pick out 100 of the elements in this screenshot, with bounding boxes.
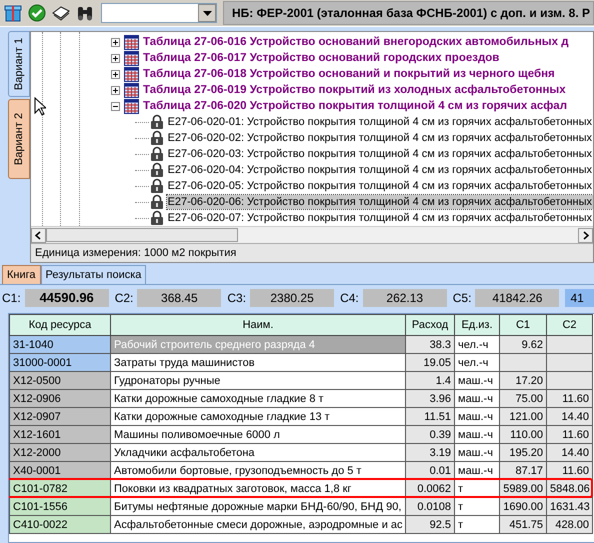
minus-icon: [111, 102, 120, 110]
table-cell: 110.00: [500, 426, 546, 444]
mouse-pointer-icon: [34, 97, 46, 116]
column-header[interactable]: C2: [546, 314, 592, 336]
table-cell: X12-0907: [10, 408, 110, 426]
lock-icon: [150, 114, 164, 130]
database-title: НБ: ФЕР-2001 (эталонная база ФСНБ-2001) с доп. и изм. 8. Р: [223, 1, 594, 25]
table-cell: 38.3: [406, 336, 454, 354]
table-cell: 11.60: [546, 426, 592, 444]
table-cell: 9.62: [500, 336, 546, 354]
table-cell: X12-0906: [10, 390, 110, 408]
lock-icon: [150, 210, 164, 226]
table-cell: C101-1556: [10, 498, 110, 516]
table-cell: Гудронаторы ручные: [110, 372, 406, 390]
total-value: 41842.26: [475, 289, 560, 307]
table-cell: 75.00: [500, 390, 546, 408]
table-cell: 14.40: [546, 444, 592, 462]
table-cell: Машины поливомоечные 6000 л: [110, 426, 406, 444]
table-cell: 0.39: [406, 426, 454, 444]
column-header[interactable]: Расход: [406, 314, 454, 336]
tree-item[interactable]: Таблица 27-06-020 Устройство покрытия толщиной 4 см из горячих асфал: [142, 99, 568, 113]
table-cell: 3.96: [406, 390, 454, 408]
side-tab[interactable]: Вариант 2: [8, 99, 30, 179]
table-cell: Затраты труда машинистов: [110, 354, 406, 372]
total-value: 2380.25: [250, 289, 334, 307]
lock-icon: [150, 194, 164, 210]
table-cell: X12-1601: [10, 426, 110, 444]
table-cell: Катки дорожные самоходные гладкие 8 т: [110, 390, 406, 408]
box-icon[interactable]: [3, 3, 23, 23]
table-cell: 428.00: [546, 516, 592, 534]
lock-icon: [150, 162, 164, 178]
table-cell: Укладчики асфальтобетона: [110, 444, 406, 462]
total-label: C3:: [227, 291, 246, 305]
table-cell: 11.51: [406, 408, 454, 426]
tree-item[interactable]: E27-06-020-03: Устройство покрытия толщиной 4 см из горячих асфальтобетонных: [166, 147, 593, 161]
total-value: 44590.96: [24, 289, 109, 307]
table-cell: Катки дорожные самоходные гладкие 13 т: [110, 408, 406, 426]
caret-icon: [202, 10, 212, 16]
table-cell: 92.5: [406, 516, 454, 534]
unit-label: Единица измерения: 1000 м2 покрытия: [31, 243, 593, 262]
expander-button[interactable]: [111, 38, 121, 46]
table-icon: [124, 66, 139, 82]
checkmark-icon[interactable]: [27, 3, 47, 23]
tab[interactable]: Результаты поиска: [40, 265, 146, 284]
table-cell: 31-1040: [10, 336, 110, 354]
tree-item[interactable]: E27-06-020-06: Устройство покрытия толщиной 4 см из горячих асфальтобетонных: [166, 195, 593, 209]
table-cell: 19.05: [406, 354, 454, 372]
table-cell: Битумы нефтяные дорожные марки БНД-60/90, БНД 90,: [110, 498, 406, 516]
table-cell: C410-0022: [10, 516, 110, 534]
side-tab[interactable]: Вариант 1: [8, 31, 30, 97]
expander-button[interactable]: [111, 86, 121, 94]
total-value: 368.45: [137, 289, 222, 307]
tree-item[interactable]: E27-06-020-07: Устройство покрытия толщиной 4 см из горячих асфальтобетонных: [166, 211, 593, 225]
table-cell: 121.00: [500, 408, 546, 426]
table-cell: 11.60: [546, 390, 592, 408]
total-value: 262.13: [362, 289, 447, 307]
plus-icon: [111, 54, 120, 62]
table-cell: 14.40: [546, 408, 592, 426]
table-cell: Рабочий строитель среднего разряда 4: [110, 336, 406, 354]
table-icon: [124, 82, 139, 98]
table-cell: 1690.00: [500, 498, 546, 516]
total-label: C1:: [2, 291, 21, 305]
table-cell: X12-2000: [10, 444, 110, 462]
table-icon: [124, 98, 139, 114]
column-header[interactable]: Ед.из.: [454, 314, 500, 336]
total-label: C5:: [452, 291, 472, 305]
expander-button[interactable]: [111, 54, 121, 62]
table-cell: 17.20: [500, 372, 546, 390]
total-label: C4:: [340, 291, 359, 305]
table-icon: [124, 34, 139, 50]
dropdown-button[interactable]: [198, 4, 216, 22]
column-header[interactable]: Код ресурса: [10, 314, 110, 336]
total-value: 41: [565, 289, 594, 307]
expander-button[interactable]: [111, 70, 121, 78]
table-cell: 31000-0001: [10, 354, 110, 372]
horizontal-scrollbar[interactable]: [31, 226, 593, 243]
table-cell: 1631.43: [546, 498, 592, 516]
tree-item[interactable]: E27-06-020-05: Устройство покрытия толщиной 4 см из горячих асфальтобетонных: [166, 179, 593, 193]
tree-item[interactable]: Таблица 27-06-017 Устройство оснований городских проездов: [142, 51, 500, 65]
expander-button[interactable]: [111, 102, 121, 110]
tab[interactable]: Книга: [2, 265, 41, 284]
table-cell: X12-0500: [10, 372, 110, 390]
lock-icon: [150, 130, 164, 146]
table-cell: 0.0108: [406, 498, 454, 516]
plus-icon: [111, 38, 120, 46]
tree-item[interactable]: Таблица 27-06-019 Устройство покрытий из холодных асфальтобетонных: [142, 83, 567, 97]
tree-item[interactable]: Таблица 27-06-018 Устройство оснований и покрытий из черного щебня: [142, 67, 556, 81]
tree-item[interactable]: E27-06-020-02: Устройство покрытия толщиной 4 см из горячих асфальтобетонных: [166, 131, 593, 145]
tree-item[interactable]: Таблица 27-06-016 Устройство оснований внегородских автомобильных д: [142, 35, 570, 49]
total-label: C2:: [114, 291, 134, 305]
plus-icon: [111, 86, 120, 94]
tree-item[interactable]: E27-06-020-04: Устройство покрытия толщиной 4 см из горячих асфальтобетонных: [166, 163, 593, 177]
scroll-thumb[interactable]: [46, 228, 238, 242]
lock-icon: [150, 178, 164, 194]
column-header[interactable]: C1: [500, 314, 546, 336]
plus-icon: [111, 70, 120, 78]
table-icon: [124, 50, 139, 66]
column-header[interactable]: Наим.: [110, 314, 406, 336]
table-cell: 195.20: [500, 444, 546, 462]
tree-item[interactable]: E27-06-020-01: Устройство покрытия толщиной 4 см из горячих асфальтобетонных: [166, 115, 593, 129]
